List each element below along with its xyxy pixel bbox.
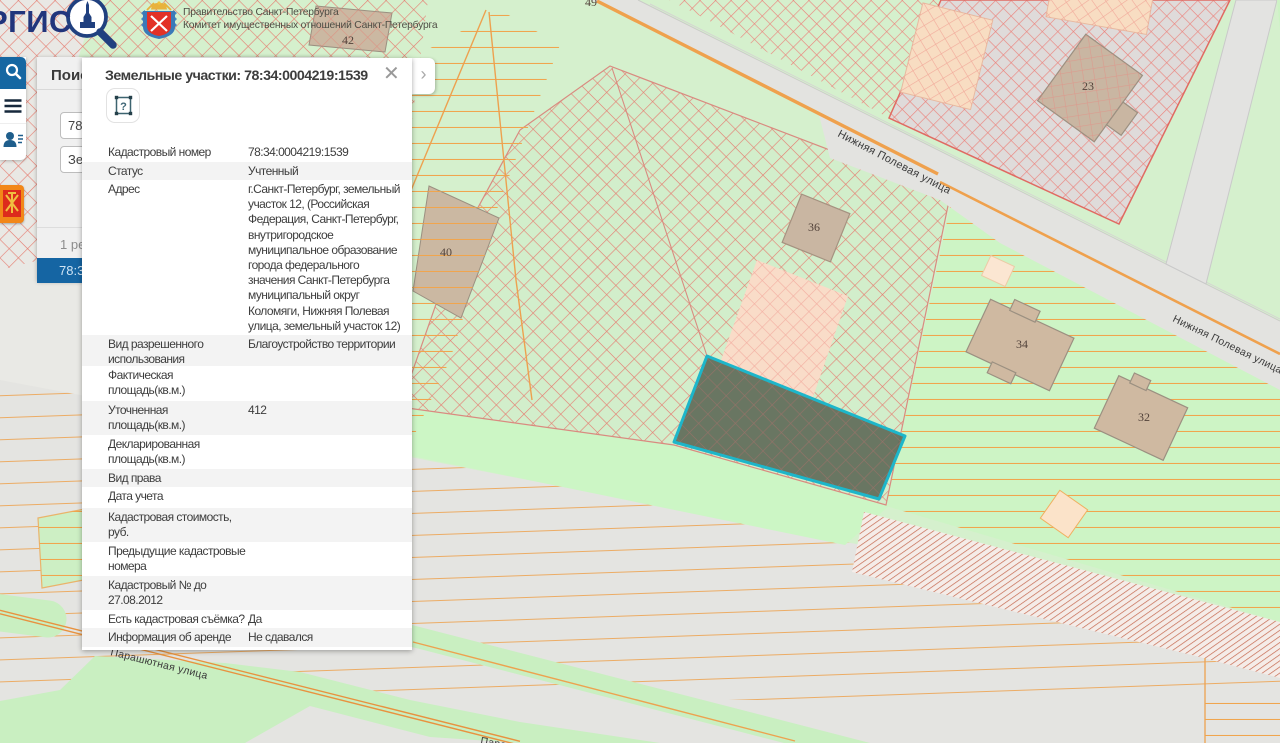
svg-text:36: 36 <box>808 220 820 234</box>
svg-text:34: 34 <box>1016 337 1028 351</box>
svg-text:42: 42 <box>342 33 354 47</box>
svg-text:49: 49 <box>585 0 597 9</box>
svg-text:23: 23 <box>1082 79 1094 93</box>
svg-text:40: 40 <box>440 245 452 259</box>
svg-text:32: 32 <box>1138 410 1150 424</box>
svg-text:?: ? <box>120 101 127 113</box>
